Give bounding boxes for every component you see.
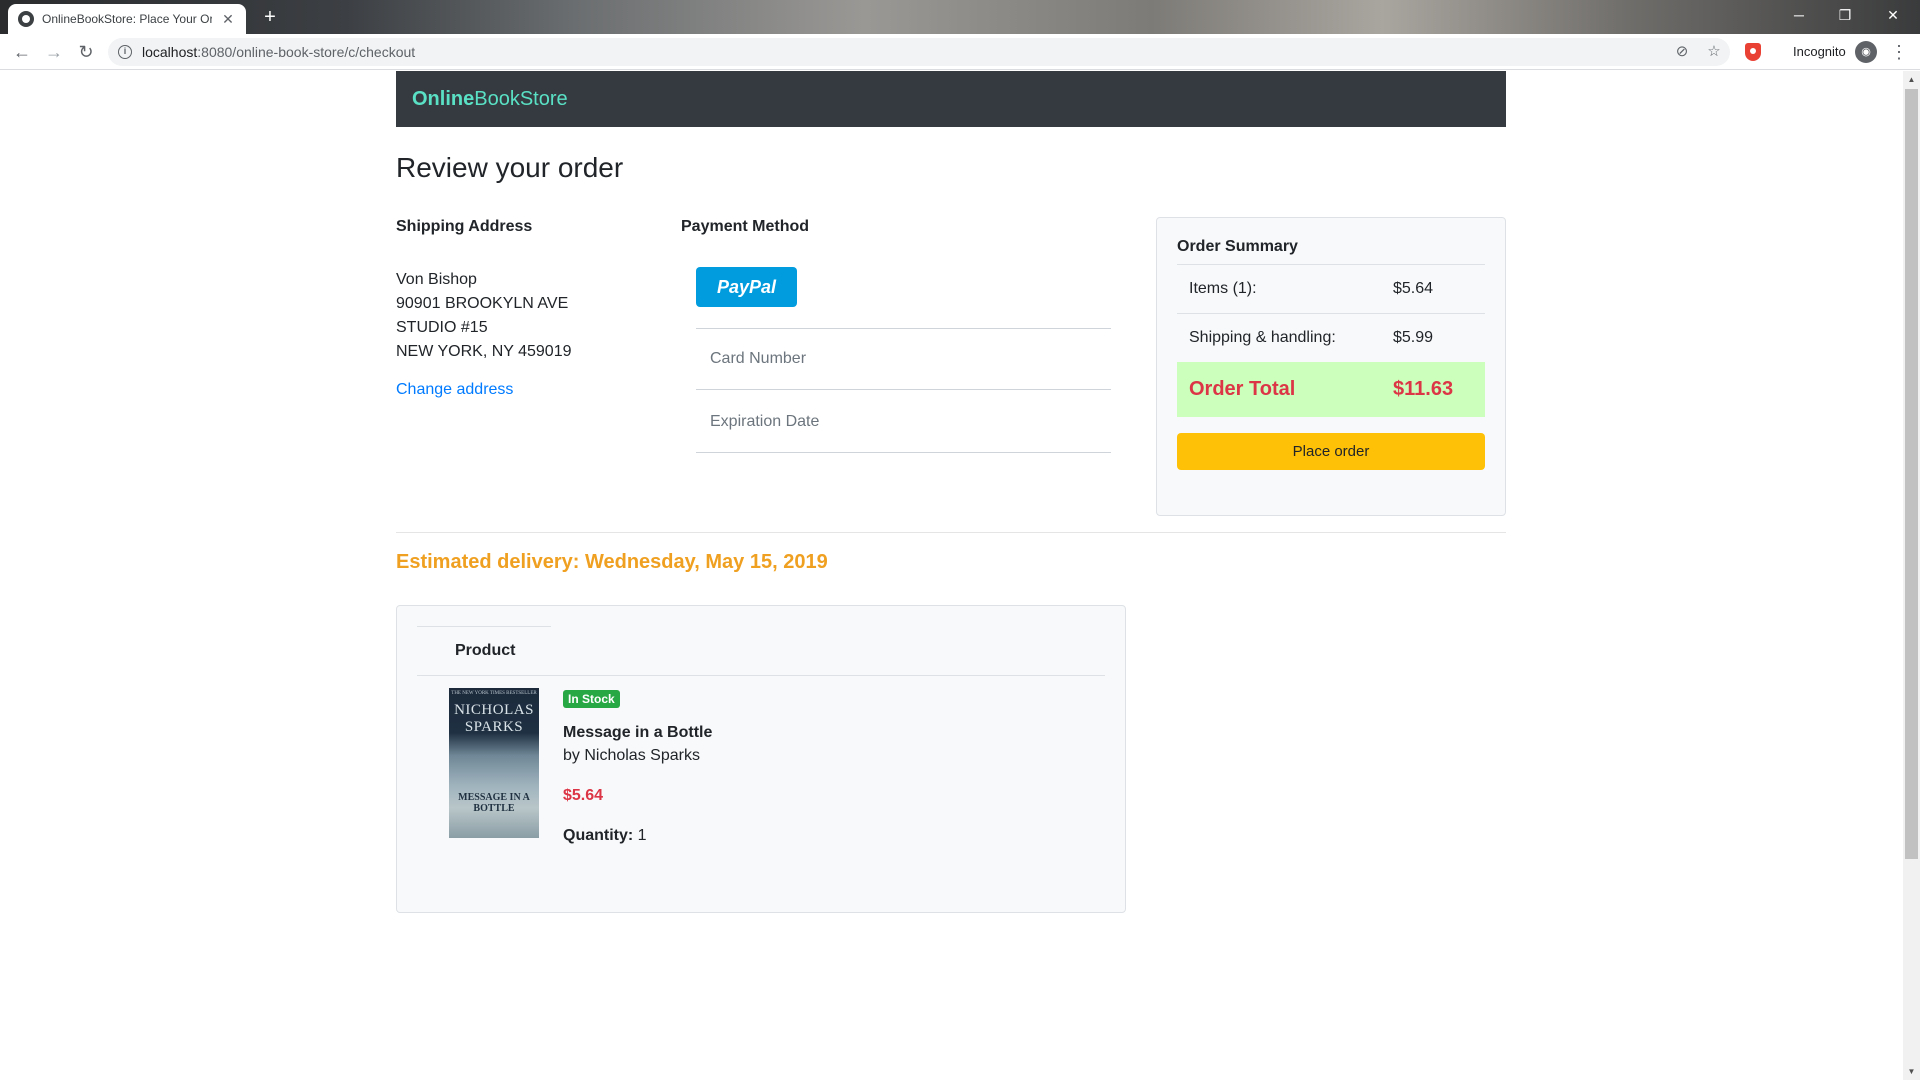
cover-title: MESSAGE IN A BOTTLE — [458, 792, 530, 814]
paypal-button[interactable]: PayPal — [696, 267, 797, 307]
table-header-top-rule — [417, 626, 551, 627]
book-author: by Nicholas Sparks — [563, 747, 700, 764]
scroll-down-arrow-icon[interactable]: ▼ — [1903, 1063, 1920, 1080]
close-window-icon[interactable]: ✕ — [1870, 2, 1916, 28]
book-price: $5.64 — [563, 787, 604, 804]
summary-row-shipping: Shipping & handling: $5.99 — [1177, 313, 1485, 362]
address-line-street: 90901 BROOKYLN AVE — [396, 295, 569, 312]
url-path: :8080/online-book-store/c/checkout — [197, 44, 416, 60]
translate-icon[interactable]: ⊘ — [1673, 43, 1691, 61]
browser-menu-icon[interactable]: ⋮ — [1890, 40, 1908, 64]
address-line-unit: STUDIO #15 — [396, 319, 488, 336]
items-value: $5.64 — [1393, 280, 1434, 297]
close-tab-icon[interactable]: ✕ — [220, 11, 236, 28]
expiration-date-input[interactable] — [696, 391, 1111, 452]
info-icon[interactable]: i — [118, 45, 132, 59]
expiration-date-field — [696, 391, 1111, 453]
address-line-city: NEW YORK, NY 459019 — [396, 343, 572, 360]
incognito-icon[interactable]: ◉ — [1855, 41, 1877, 63]
shipping-value: $5.99 — [1393, 329, 1434, 346]
bookmark-star-icon[interactable]: ☆ — [1705, 43, 1723, 61]
section-divider — [396, 532, 1506, 533]
brand-logo[interactable]: OnlineBookStore — [412, 88, 568, 111]
address-bar[interactable]: i localhost:8080/online-book-store/c/che… — [108, 38, 1730, 66]
table-header-rule — [417, 675, 1105, 676]
address-line-name: Von Bishop — [396, 271, 477, 288]
restore-icon[interactable]: ❐ — [1822, 2, 1868, 28]
brand-rest: BookStore — [474, 88, 568, 110]
product-table-card: Product THE NEW YORK TIMES BESTSELLER NI… — [396, 605, 1126, 913]
book-cover-image[interactable]: THE NEW YORK TIMES BESTSELLER NICHOLAS S… — [449, 688, 539, 838]
page-scrollbar[interactable]: ▲ ▼ — [1903, 71, 1920, 1080]
payment-method-label: Payment Method — [681, 218, 810, 235]
url-host: localhost — [142, 44, 198, 60]
site-navbar: OnlineBookStore — [396, 71, 1506, 127]
incognito-label: Incognito — [1793, 44, 1846, 59]
new-tab-icon[interactable]: + — [258, 6, 282, 30]
quantity-value: 1 — [637, 827, 647, 844]
change-address-link[interactable]: Change address — [396, 381, 513, 399]
minimize-icon[interactable]: ─ — [1776, 2, 1822, 28]
order-total-row: Order Total $11.63 — [1177, 362, 1485, 417]
forward-icon[interactable]: → — [42, 40, 66, 64]
reload-icon[interactable]: ↻ — [74, 40, 98, 64]
order-summary-title: Order Summary — [1177, 238, 1298, 255]
cover-tagline: THE NEW YORK TIMES BESTSELLER — [451, 691, 537, 696]
scroll-up-arrow-icon[interactable]: ▲ — [1903, 71, 1920, 88]
browser-tab[interactable]: OnlineBookStore: Place Your Order ✕ — [8, 4, 246, 34]
page-title: Review your order — [396, 152, 624, 183]
product-column-header: Product — [455, 642, 516, 659]
items-label: Items (1): — [1189, 280, 1257, 297]
back-icon[interactable]: ← — [10, 40, 34, 64]
brand-bold: Online — [412, 88, 475, 110]
globe-icon — [18, 11, 34, 27]
summary-row-items: Items (1): $5.64 — [1177, 264, 1485, 313]
estimated-delivery: Estimated delivery: Wednesday, May 15, 2… — [396, 551, 828, 573]
book-quantity: Quantity: 1 — [563, 827, 647, 845]
quantity-label: Quantity: — [563, 827, 634, 844]
order-total-label: Order Total — [1189, 378, 1296, 400]
card-number-input[interactable] — [696, 329, 1111, 389]
book-title[interactable]: Message in a Bottle — [563, 724, 712, 742]
card-number-field — [696, 328, 1111, 390]
tab-title: OnlineBookStore: Place Your Order — [42, 12, 212, 26]
browser-titlebar: OnlineBookStore: Place Your Order ✕ + ─ … — [0, 0, 1920, 34]
place-order-button[interactable]: Place order — [1177, 433, 1485, 470]
cover-author: NICHOLAS SPARKS — [454, 702, 534, 735]
in-stock-badge: In Stock — [563, 690, 620, 708]
browser-toolbar: ← → ↻ i localhost:8080/online-book-store… — [0, 34, 1920, 70]
url-text[interactable]: localhost:8080/online-book-store/c/check… — [142, 44, 415, 60]
order-summary-card: Order Summary Items (1): $5.64 Shipping … — [1156, 217, 1506, 516]
shipping-label: Shipping & handling: — [1189, 329, 1336, 346]
shipping-address-label: Shipping Address — [396, 218, 533, 235]
scroll-thumb[interactable] — [1905, 89, 1918, 859]
extension-shield-icon[interactable] — [1745, 43, 1761, 61]
order-total-value: $11.63 — [1393, 378, 1454, 400]
